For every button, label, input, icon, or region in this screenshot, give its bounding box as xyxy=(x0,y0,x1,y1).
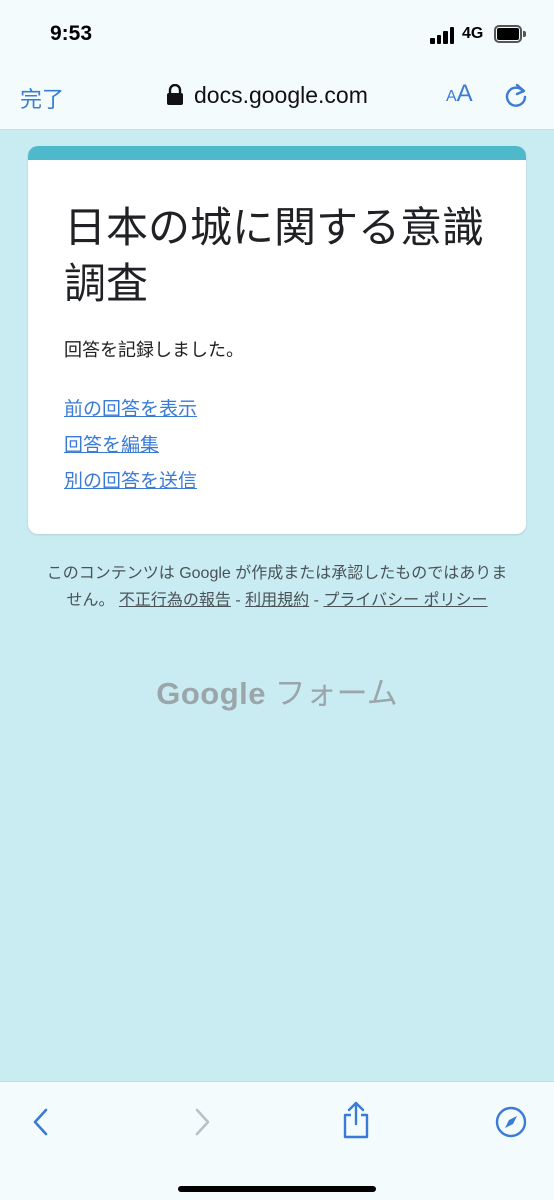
battery-icon xyxy=(494,25,526,43)
text-size-large-label: A xyxy=(456,80,473,107)
url-text: docs.google.com xyxy=(194,81,368,108)
google-forms-logo[interactable]: Google フォーム xyxy=(0,668,554,713)
address-bar[interactable]: docs.google.com xyxy=(166,80,368,110)
compass-icon[interactable] xyxy=(494,1104,528,1140)
separator: - xyxy=(230,592,246,609)
disclaimer: このコンテンツは Google が作成または承認したものではありません。 不正行… xyxy=(40,560,514,614)
share-icon[interactable] xyxy=(340,1100,372,1140)
home-indicator xyxy=(178,1186,376,1192)
privacy-policy-link[interactable]: プライバシー ポリシー xyxy=(323,592,487,609)
done-button[interactable]: 完了 xyxy=(20,82,64,114)
form-title: 日本の城に関する意識調査 xyxy=(64,204,485,307)
signal-strength-icon xyxy=(430,26,456,44)
lock-icon xyxy=(167,84,183,105)
chevron-right-icon[interactable] xyxy=(186,1104,218,1140)
text-size-small-label: A xyxy=(446,88,457,105)
confirmation-message: 回答を記録しました。 xyxy=(64,340,244,360)
text-size-button[interactable]: AA xyxy=(446,82,473,109)
network-type: 4G xyxy=(462,25,484,42)
response-links: 前の回答を表示 回答を編集 別の回答を送信 xyxy=(64,398,197,506)
status-bar: 9:53 4G xyxy=(0,0,554,68)
edit-response-link[interactable]: 回答を編集 xyxy=(64,434,197,458)
browser-nav-bar: 完了 docs.google.com AA xyxy=(0,68,554,130)
separator: - xyxy=(309,592,324,609)
card-accent-bar xyxy=(28,146,526,160)
report-abuse-link[interactable]: 不正行為の報告 xyxy=(119,592,231,609)
logo-forms-text: フォーム xyxy=(274,676,398,711)
terms-link[interactable]: 利用規約 xyxy=(245,592,309,609)
form-card: 日本の城に関する意識調査 回答を記録しました。 前の回答を表示 回答を編集 別の… xyxy=(28,146,526,534)
reload-icon[interactable] xyxy=(502,82,530,110)
chevron-left-icon[interactable] xyxy=(26,1104,58,1140)
view-previous-response-link[interactable]: 前の回答を表示 xyxy=(64,398,197,422)
submit-another-response-link[interactable]: 別の回答を送信 xyxy=(64,470,197,494)
logo-google-text: Google xyxy=(156,676,267,711)
browser-toolbar xyxy=(0,1081,554,1200)
status-time: 9:53 xyxy=(50,22,93,45)
